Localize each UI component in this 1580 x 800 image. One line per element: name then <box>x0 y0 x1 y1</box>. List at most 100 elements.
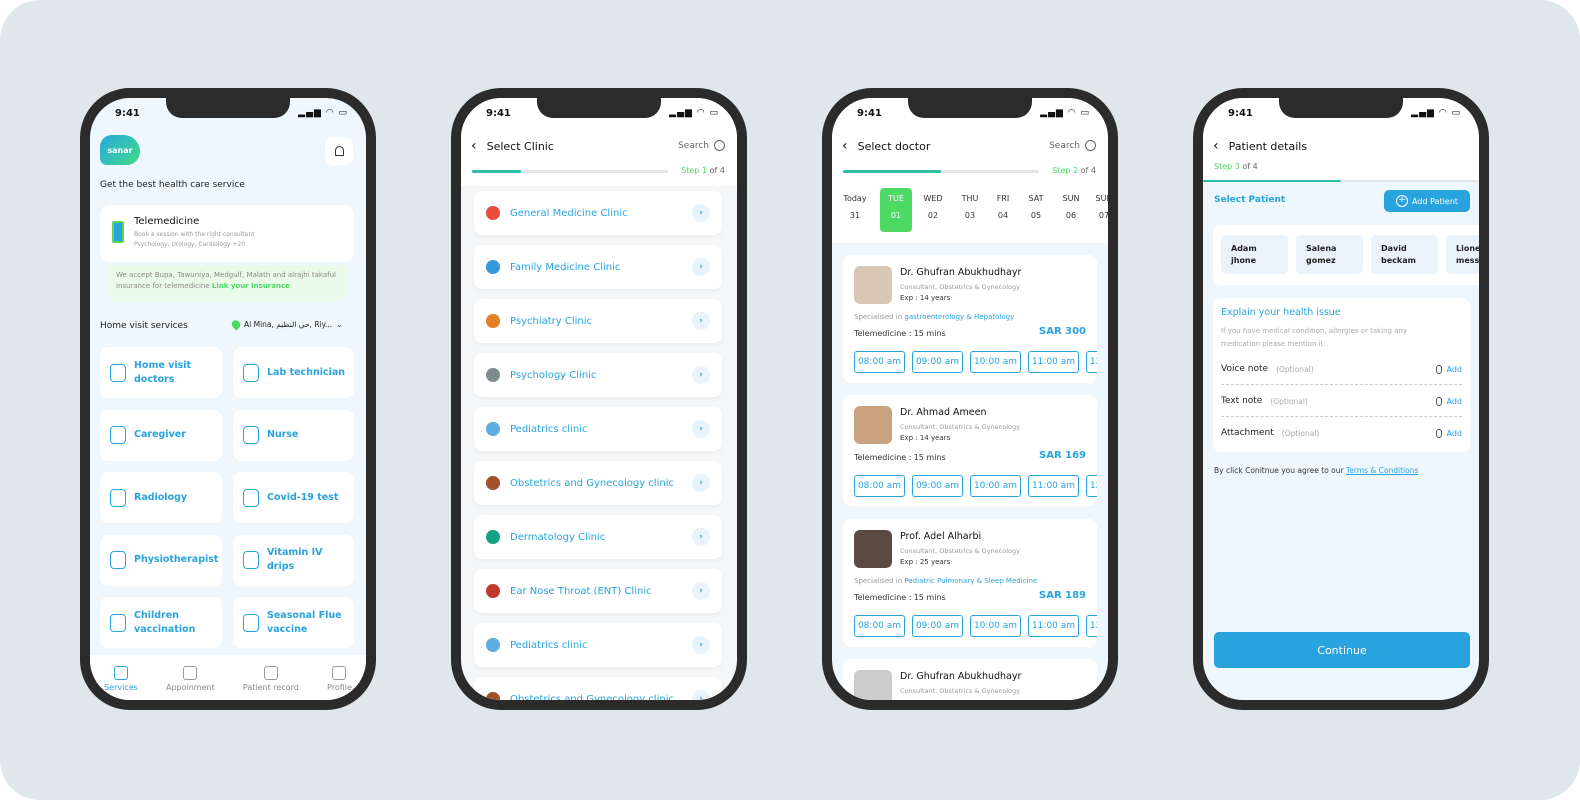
clinic-item[interactable]: Pediatrics clinic › <box>474 623 722 667</box>
time-slot[interactable]: 08:00 am <box>854 475 905 497</box>
date-sat[interactable]: SAT 05 <box>1020 188 1052 232</box>
back-icon[interactable]: ‹ <box>471 138 477 154</box>
search-button[interactable]: Search <box>678 140 725 151</box>
service-card[interactable]: Physiotherapist <box>100 534 222 586</box>
service-card[interactable]: Home visit doctors <box>100 347 222 398</box>
chevron-right-icon[interactable]: › <box>692 474 710 492</box>
time-slot[interactable]: 12:00 pm <box>1086 351 1097 373</box>
telemedicine-title: Telemedicine <box>134 216 200 227</box>
service-card[interactable]: Caregiver <box>100 409 222 461</box>
spec-prefix: Specialised in <box>854 313 903 321</box>
nav-item-appoinment[interactable]: Appoinment <box>166 666 215 692</box>
telemedicine-card[interactable]: Telemedicine Book a session with the rig… <box>100 205 354 262</box>
date-fri[interactable]: FRI 04 <box>987 188 1019 232</box>
terms-link[interactable]: Terms & Conditions <box>1346 466 1418 475</box>
time-slot[interactable]: 10:00 am <box>970 475 1021 497</box>
add-patient-button[interactable]: + Add Patient <box>1384 190 1470 212</box>
date-tue[interactable]: TUE 01 <box>880 188 912 232</box>
clinic-item[interactable]: Dermatology Clinic › <box>474 515 722 559</box>
location-selector[interactable]: Al Mina, حي النظيم, Riy... ⌄ <box>229 318 342 331</box>
chevron-right-icon[interactable]: › <box>692 312 710 330</box>
clinic-item[interactable]: Psychology Clinic › <box>474 353 722 397</box>
doctor-screen: 9:41 ▂▄▆ ◠ ▭ ‹ Select doctor Search Step … <box>832 98 1108 700</box>
date-wed[interactable]: WED 02 <box>917 188 949 232</box>
service-card[interactable]: Nurse <box>233 409 354 461</box>
patient-chip[interactable]: Lionel messi <box>1446 235 1479 274</box>
service-card[interactable]: Children vaccination <box>100 597 222 648</box>
search-button[interactable]: Search <box>1049 140 1096 151</box>
service-card[interactable]: Lab technician <box>233 347 354 398</box>
time-slot[interactable]: 12:00 pm <box>1086 615 1097 637</box>
service-card[interactable]: Covid-19 test <box>233 472 354 523</box>
chevron-right-icon[interactable]: › <box>692 366 710 384</box>
date-sun[interactable]: SUN 07 <box>1088 188 1108 232</box>
time-slot[interactable]: 11:00 am <box>1028 475 1079 497</box>
doctor-card[interactable]: Dr. Ghufran Abukhudhayr Consultant, Obste… <box>843 659 1097 700</box>
clinic-item[interactable]: General Medicine Clinic › <box>474 191 722 235</box>
clinic-item[interactable]: Ear Nose Throat (ENT) Clinic › <box>474 569 722 613</box>
add-attachment-button[interactable]: Add <box>1447 429 1463 438</box>
doctor-card[interactable]: Dr. Ghufran Abukhudhayr Consultant, Obste… <box>843 255 1097 383</box>
patient-chip[interactable]: Salena gomez <box>1296 235 1363 274</box>
link-insurance-link[interactable]: Link your Insurance <box>212 282 290 290</box>
bottom-nav: Services Appoinment Patient record Profile <box>90 655 366 700</box>
day-number: 01 <box>890 211 902 220</box>
patient-chip[interactable]: David beckam <box>1371 235 1438 274</box>
service-card[interactable]: Radiology <box>100 472 222 523</box>
patient-first-name: Lionel <box>1456 244 1479 253</box>
spec-value: Pediatric Pulmonary & Sleep Medicine <box>904 577 1038 585</box>
chevron-right-icon[interactable]: › <box>692 204 710 222</box>
time-slot[interactable]: 11:00 am <box>1028 615 1079 637</box>
time-slot[interactable]: 09:00 am <box>912 475 963 497</box>
date-today[interactable]: Today 31 <box>839 188 871 232</box>
notification-button[interactable] <box>325 137 353 165</box>
chevron-right-icon[interactable]: › <box>692 258 710 276</box>
field-label: Text note <box>1221 396 1263 406</box>
status-time: 9:41 <box>115 108 140 119</box>
add-text-note-button[interactable]: Add <box>1447 397 1463 406</box>
doctor-card[interactable]: Dr. Ahmad Ameen Consultant, Obstetrics & … <box>843 395 1097 506</box>
clinic-item[interactable]: Family Medicine Clinic › <box>474 245 722 289</box>
date-thu[interactable]: THU 03 <box>954 188 986 232</box>
time-slots: 08:00 am 09:00 am 10:00 am 11:00 am 12:00 pm <box>854 475 1097 497</box>
continue-button[interactable]: Continue <box>1214 632 1470 668</box>
back-icon[interactable]: ‹ <box>1213 138 1219 154</box>
nav-item-patient-record[interactable]: Patient record <box>243 666 299 692</box>
service-icon <box>243 426 259 444</box>
time-slot[interactable]: 11:00 am <box>1028 351 1079 373</box>
back-icon[interactable]: ‹ <box>842 138 848 154</box>
chevron-right-icon[interactable]: › <box>692 528 710 546</box>
chevron-right-icon[interactable]: › <box>692 690 710 700</box>
service-card[interactable]: Seasonal Flue vaccine <box>233 597 354 648</box>
clinic-item[interactable]: Obstetrics and Gynecology clinic › <box>474 677 722 700</box>
patient-chip[interactable]: Adam jhone <box>1221 235 1288 274</box>
add-voice-note-button[interactable]: Add <box>1447 365 1463 374</box>
select-patient-label: Select Patient <box>1214 195 1286 205</box>
chevron-right-icon[interactable]: › <box>692 420 710 438</box>
clinic-item[interactable]: Pediatrics clinic › <box>474 407 722 451</box>
status-time: 9:41 <box>857 108 882 119</box>
time-slot[interactable]: 09:00 am <box>912 615 963 637</box>
nav-item-services[interactable]: Services <box>104 666 138 692</box>
notch <box>1279 98 1403 118</box>
nav-item-profile[interactable]: Profile <box>327 666 352 692</box>
time-slot[interactable]: 09:00 am <box>912 351 963 373</box>
chevron-right-icon[interactable]: › <box>692 582 710 600</box>
service-card[interactable]: Vitamin IV drips <box>233 534 354 586</box>
chevron-right-icon[interactable]: › <box>692 636 710 654</box>
time-slot[interactable]: 12:00 pm <box>1086 475 1097 497</box>
clinic-item[interactable]: Psychiatry Clinic › <box>474 299 722 343</box>
phone-doctor: 9:41 ▂▄▆ ◠ ▭ ‹ Select doctor Search Step … <box>822 88 1118 710</box>
date-sun[interactable]: SUN 06 <box>1055 188 1087 232</box>
doctor-name: Dr. Ghufran Abukhudhayr <box>900 671 1022 682</box>
tele-label: Telemedicine : <box>854 593 912 602</box>
time-slot[interactable]: 10:00 am <box>970 615 1021 637</box>
page-title: Patient details <box>1228 139 1308 153</box>
time-slot[interactable]: 08:00 am <box>854 351 905 373</box>
doctor-price: SAR 169 <box>1039 450 1086 461</box>
time-slot[interactable]: 10:00 am <box>970 351 1021 373</box>
doctor-card[interactable]: Prof. Adel Alharbi Consultant, Obstetrics… <box>843 519 1097 647</box>
add-patient-label: Add Patient <box>1412 196 1458 206</box>
clinic-item[interactable]: Obstetrics and Gynecology clinic › <box>474 461 722 505</box>
time-slot[interactable]: 08:00 am <box>854 615 905 637</box>
